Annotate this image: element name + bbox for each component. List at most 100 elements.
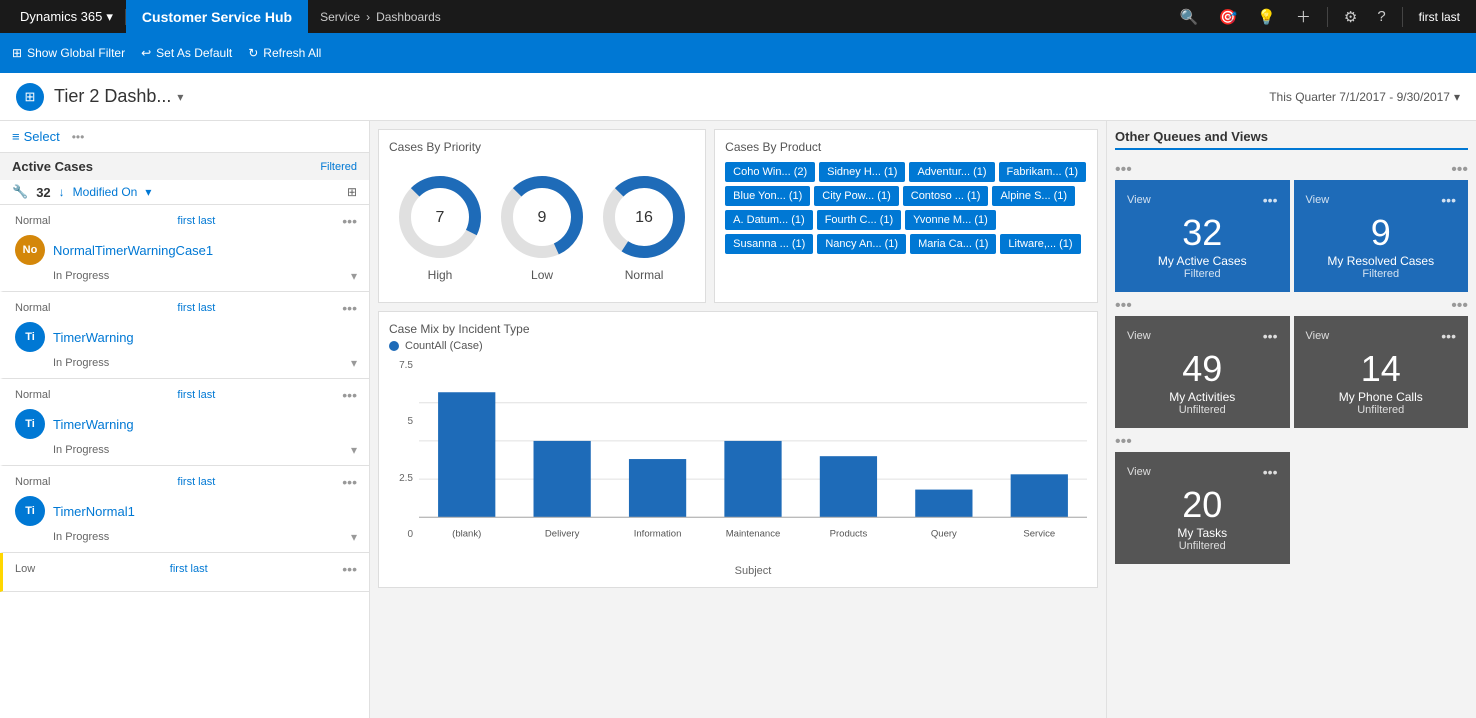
queue-number: 9 bbox=[1306, 212, 1457, 254]
queue-card-activities[interactable]: View ••• 49 My Activities Unfiltered bbox=[1115, 316, 1290, 428]
queue-card-more-icon[interactable]: ••• bbox=[1441, 192, 1456, 208]
case-more-icon[interactable]: ••• bbox=[342, 474, 357, 490]
tag[interactable]: Fourth C... (1) bbox=[817, 210, 901, 230]
tag[interactable]: Nancy An... (1) bbox=[817, 234, 906, 254]
queue-card-more-icon[interactable]: ••• bbox=[1263, 192, 1278, 208]
queue-card-more-icon[interactable]: ••• bbox=[1441, 328, 1456, 344]
queue-label: My Tasks bbox=[1127, 526, 1278, 540]
tag[interactable]: Coho Win... (2) bbox=[725, 162, 815, 182]
queue-more-5[interactable]: ••• bbox=[1115, 433, 1132, 451]
add-icon[interactable]: ＋ bbox=[1288, 2, 1319, 31]
case-owner: first last bbox=[177, 302, 215, 314]
queue-label: My Resolved Cases bbox=[1306, 254, 1457, 268]
queue-more-4[interactable]: ••• bbox=[1451, 297, 1468, 315]
queue-label: My Active Cases bbox=[1127, 254, 1278, 268]
left-panel: ≡ Select ••• Active Cases Filtered 🔧 32 … bbox=[0, 121, 370, 718]
case-expand-icon[interactable]: ▾ bbox=[351, 356, 357, 370]
info-icon[interactable]: 💡 bbox=[1249, 4, 1284, 30]
secondary-toolbar: ⊞ Show Global Filter ↩ Set As Default ↻ … bbox=[0, 33, 1476, 73]
tag[interactable]: Sidney H... (1) bbox=[819, 162, 905, 182]
queue-grid-row-2: View ••• 49 My Activities Unfiltered Vie… bbox=[1115, 316, 1468, 428]
show-global-filter-button[interactable]: ⊞ Show Global Filter bbox=[12, 46, 125, 60]
set-as-default-button[interactable]: ↩ Set As Default bbox=[141, 46, 232, 60]
queue-card-resolved-cases[interactable]: View ••• 9 My Resolved Cases Filtered bbox=[1294, 180, 1469, 292]
tag[interactable]: City Pow... (1) bbox=[814, 186, 898, 206]
table-row: Normal first last ••• Ti TimerNormal1 In… bbox=[0, 466, 369, 553]
queue-more-1[interactable]: ••• bbox=[1115, 161, 1132, 179]
cases-by-product-title: Cases By Product bbox=[725, 140, 1087, 154]
case-count: 32 bbox=[36, 185, 50, 200]
tag[interactable]: Yvonne M... (1) bbox=[905, 210, 996, 230]
table-row: Normal first last ••• No NormalTimerWarn… bbox=[0, 205, 369, 292]
cases-by-priority-card: Cases By Priority 7 High bbox=[378, 129, 706, 303]
tag[interactable]: Alpine S... (1) bbox=[992, 186, 1075, 206]
queue-number: 20 bbox=[1127, 484, 1278, 526]
donut-normal-chart: 16 bbox=[599, 172, 689, 262]
queue-card-tasks[interactable]: View ••• 20 My Tasks Unfiltered bbox=[1115, 452, 1290, 564]
help-icon[interactable]: ? bbox=[1369, 4, 1393, 29]
select-button[interactable]: ≡ Select bbox=[12, 129, 60, 144]
queue-view-label: View bbox=[1306, 330, 1330, 342]
case-owner: first last bbox=[177, 215, 215, 227]
queue-more-2[interactable]: ••• bbox=[1451, 161, 1468, 179]
queue-more-3[interactable]: ••• bbox=[1115, 297, 1132, 315]
sort-direction-icon[interactable]: ▾ bbox=[145, 185, 151, 199]
refresh-all-button[interactable]: ↻ Refresh All bbox=[248, 46, 321, 60]
queue-card-more-icon[interactable]: ••• bbox=[1263, 328, 1278, 344]
target-icon[interactable]: 🎯 bbox=[1210, 4, 1245, 30]
queue-view-label: View bbox=[1127, 194, 1151, 206]
dashboard-icon: ⊞ bbox=[16, 83, 44, 111]
case-name[interactable]: TimerNormal1 bbox=[53, 504, 357, 519]
donut-low-label: Low bbox=[531, 268, 553, 282]
case-expand-icon[interactable]: ▾ bbox=[351, 530, 357, 544]
case-mix-title: Case Mix by Incident Type bbox=[389, 322, 1087, 336]
tag[interactable]: Adventur... (1) bbox=[909, 162, 994, 182]
case-name[interactable]: TimerWarning bbox=[53, 330, 357, 345]
case-more-icon[interactable]: ••• bbox=[342, 387, 357, 403]
tag[interactable]: Blue Yon... (1) bbox=[725, 186, 810, 206]
tag[interactable]: Fabrikam... (1) bbox=[999, 162, 1087, 182]
tag[interactable]: A. Datum... (1) bbox=[725, 210, 813, 230]
case-more-icon[interactable]: ••• bbox=[342, 300, 357, 316]
case-name[interactable]: TimerWarning bbox=[53, 417, 357, 432]
divider2 bbox=[1402, 7, 1403, 27]
case-more-icon[interactable]: ••• bbox=[342, 213, 357, 229]
case-status: In Progress bbox=[53, 270, 109, 282]
donut-high-chart: 7 bbox=[395, 172, 485, 262]
search-icon[interactable]: 🔍 bbox=[1172, 4, 1207, 30]
topbar: Dynamics 365 ▾ Customer Service Hub Serv… bbox=[0, 0, 1476, 33]
main-layout: ≡ Select ••• Active Cases Filtered 🔧 32 … bbox=[0, 121, 1476, 718]
cases-by-product-card: Cases By Product Coho Win... (2) Sidney … bbox=[714, 129, 1098, 303]
case-name[interactable]: NormalTimerWarningCase1 bbox=[53, 243, 357, 258]
queue-number: 14 bbox=[1306, 348, 1457, 390]
case-expand-icon[interactable]: ▾ bbox=[351, 443, 357, 457]
dashboard-title-chevron[interactable]: ▾ bbox=[177, 90, 183, 104]
legend-dot bbox=[389, 341, 399, 351]
table-row: Normal first last ••• Ti TimerWarning In… bbox=[0, 292, 369, 379]
queue-card-phone-calls[interactable]: View ••• 14 My Phone Calls Unfiltered bbox=[1294, 316, 1469, 428]
product-tags-grid: Coho Win... (2) Sidney H... (1) Adventur… bbox=[725, 162, 1087, 254]
queue-row-spacer-1: ••• ••• bbox=[1115, 160, 1468, 180]
tag[interactable]: Susanna ... (1) bbox=[725, 234, 813, 254]
case-more-icon[interactable]: ••• bbox=[342, 561, 357, 577]
queue-sub: Unfiltered bbox=[1306, 404, 1457, 416]
donut-low-chart: 9 bbox=[497, 172, 587, 262]
date-chevron-icon[interactable]: ▾ bbox=[1454, 90, 1460, 104]
tag[interactable]: Contoso ... (1) bbox=[903, 186, 989, 206]
dynamics-365-link[interactable]: Dynamics 365 ▾ bbox=[8, 9, 126, 25]
left-panel-more[interactable]: ••• bbox=[72, 130, 85, 144]
other-queues-title: Other Queues and Views bbox=[1115, 129, 1468, 150]
queue-card-more-icon[interactable]: ••• bbox=[1263, 464, 1278, 480]
case-expand-icon[interactable]: ▾ bbox=[351, 269, 357, 283]
queue-sub: Filtered bbox=[1306, 268, 1457, 280]
queue-sub: Unfiltered bbox=[1127, 404, 1278, 416]
tag[interactable]: Litware,... (1) bbox=[1000, 234, 1080, 254]
queue-card-active-cases[interactable]: View ••• 32 My Active Cases Filtered bbox=[1115, 180, 1290, 292]
legend-label: CountAll (Case) bbox=[405, 340, 483, 352]
queue-view-label: View bbox=[1127, 466, 1151, 478]
view-toggle-icon[interactable]: ⊞ bbox=[347, 185, 357, 199]
user-label: first last bbox=[1411, 10, 1468, 24]
sort-label[interactable]: Modified On bbox=[73, 185, 138, 199]
settings-icon[interactable]: ⚙ bbox=[1336, 4, 1365, 30]
tag[interactable]: Maria Ca... (1) bbox=[910, 234, 996, 254]
